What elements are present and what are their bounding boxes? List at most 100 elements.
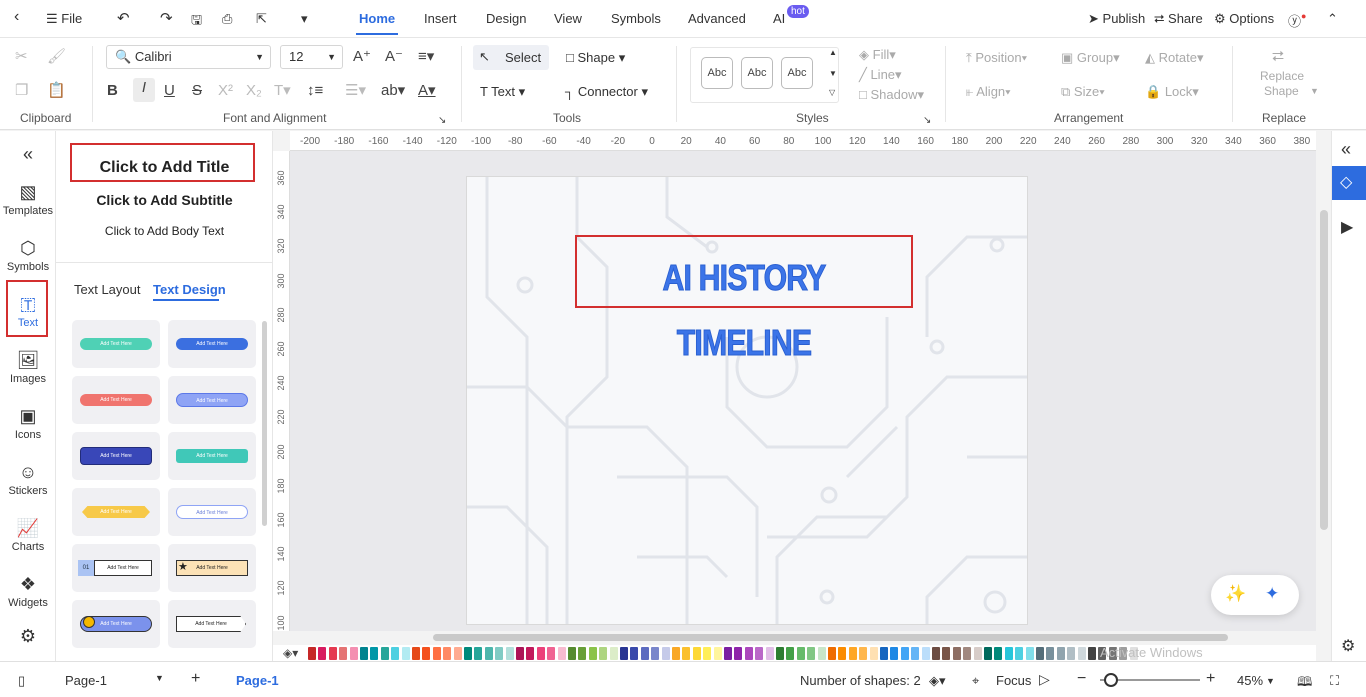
color-swatch[interactable] <box>1025 647 1034 660</box>
color-swatch[interactable] <box>900 647 909 660</box>
tab-home[interactable]: Home <box>359 11 395 26</box>
color-swatch[interactable] <box>308 647 316 660</box>
zoom-slider-thumb[interactable] <box>1104 673 1118 687</box>
size-button[interactable]: ⧉ Size▾ <box>1061 84 1105 100</box>
color-swatch[interactable] <box>609 647 618 660</box>
line-button[interactable]: ╱ Line▾ <box>859 67 902 83</box>
ai-wand-icon[interactable]: ✨ <box>1225 584 1246 604</box>
bullet-list-icon[interactable]: ☰▾ <box>345 81 366 101</box>
bold-icon[interactable]: B <box>107 81 118 101</box>
color-swatch[interactable] <box>703 647 712 660</box>
replace-shape-button[interactable]: Replace <box>1260 69 1304 83</box>
color-swatch[interactable] <box>484 647 493 660</box>
add-body-preset[interactable]: Click to Add Body Text <box>56 224 273 238</box>
color-swatch[interactable] <box>640 647 649 660</box>
color-swatch[interactable] <box>349 647 358 660</box>
play-icon[interactable]: ▷ <box>1039 671 1050 688</box>
color-swatch[interactable] <box>578 647 587 660</box>
color-swatch[interactable] <box>859 647 868 660</box>
document-page[interactable]: AI HISTORY TIMELINE <box>466 176 1028 625</box>
text-design-card[interactable]: Add Text Here <box>72 600 160 648</box>
zoom-level[interactable]: 45% <box>1237 673 1263 688</box>
focus-icon[interactable]: ⌖ <box>972 673 979 689</box>
color-swatch[interactable] <box>755 647 764 660</box>
color-swatch[interactable] <box>391 647 400 660</box>
styles-scroll-up-icon[interactable]: ▲ <box>829 48 837 57</box>
color-swatch[interactable] <box>692 647 701 660</box>
color-swatch[interactable] <box>796 647 805 660</box>
underline-icon[interactable]: U <box>164 81 175 101</box>
page-select[interactable]: Page-1 ▼ <box>55 667 170 693</box>
redo-icon[interactable]: ↷ <box>160 9 173 27</box>
color-swatch[interactable] <box>620 647 628 660</box>
color-swatch[interactable] <box>464 647 472 660</box>
settings-icon[interactable]: ⚙ <box>1341 636 1355 656</box>
color-swatch[interactable] <box>1067 647 1076 660</box>
connector-tool[interactable]: ┐ Connector ▾ <box>565 84 648 100</box>
position-button[interactable]: ⤒ Position▾ <box>966 50 1027 66</box>
shape-tool[interactable]: □ Shape ▾ <box>566 50 625 66</box>
color-swatch[interactable] <box>932 647 940 660</box>
add-title-preset[interactable]: Click to Add Title <box>56 159 273 177</box>
text-design-card[interactable]: Add Text Here <box>168 432 256 480</box>
align-icon[interactable]: ≡▾ <box>418 47 434 67</box>
color-swatch[interactable] <box>952 647 961 660</box>
color-swatch[interactable] <box>516 647 524 660</box>
color-swatch[interactable] <box>776 647 784 660</box>
collapse-panel-icon[interactable]: « <box>0 143 56 167</box>
color-swatch[interactable] <box>734 647 743 660</box>
add-subtitle-preset[interactable]: Click to Add Subtitle <box>56 192 273 208</box>
format-panel-button[interactable]: ◇ <box>1332 166 1366 200</box>
sidebar-item-templates[interactable]: ▧ Templates <box>0 181 56 217</box>
color-swatch[interactable] <box>1056 647 1065 660</box>
color-swatch[interactable] <box>817 647 826 660</box>
text-design-card[interactable]: Add Text Here <box>168 488 256 536</box>
color-swatch[interactable] <box>360 647 368 660</box>
color-swatch[interactable] <box>474 647 483 660</box>
export-icon[interactable]: ⇱ <box>256 11 267 27</box>
fill-button[interactable]: ◈ Fill▾ <box>859 47 896 63</box>
tab-insert[interactable]: Insert <box>424 11 457 26</box>
ai-sparkle-icon[interactable]: ✦ <box>1265 584 1279 604</box>
settings-icon[interactable]: ⚙ <box>0 625 56 649</box>
color-swatch[interactable] <box>370 647 379 660</box>
style-preset-1[interactable]: Abc <box>701 57 733 89</box>
horizontal-scrollbar[interactable] <box>433 634 1228 641</box>
back-icon[interactable]: ‹ <box>14 8 19 26</box>
color-swatch[interactable] <box>828 647 836 660</box>
save-icon[interactable]: 🖫 <box>191 11 202 33</box>
color-swatch[interactable] <box>973 647 982 660</box>
text-design-card[interactable]: Add Text Here <box>168 376 256 424</box>
color-swatch[interactable] <box>1077 647 1086 660</box>
sidebar-item-widgets[interactable]: ❖ Widgets <box>0 573 56 609</box>
file-menu[interactable]: ☰ File <box>46 11 82 27</box>
color-swatch[interactable] <box>588 647 597 660</box>
text-design-card[interactable]: Add Text Here <box>168 600 256 648</box>
collapse-ribbon-icon[interactable]: ⌃ <box>1327 11 1338 27</box>
color-swatch[interactable] <box>838 647 847 660</box>
styles-dialog-launcher-icon[interactable]: ↘ <box>923 111 931 131</box>
color-swatch[interactable] <box>630 647 639 660</box>
select-tool[interactable]: ↖ Select <box>473 45 549 70</box>
tab-symbols[interactable]: Symbols <box>611 11 661 26</box>
copy-icon[interactable]: ❐ <box>15 81 28 101</box>
color-swatch[interactable] <box>786 647 795 660</box>
font-dialog-launcher-icon[interactable]: ↘ <box>438 111 446 131</box>
color-swatch[interactable] <box>443 647 452 660</box>
tab-view[interactable]: View <box>554 11 582 26</box>
color-swatch[interactable] <box>672 647 680 660</box>
text-design-card[interactable]: 01 Add Text Here <box>72 544 160 592</box>
subscript-icon[interactable]: X₂ <box>246 81 262 101</box>
tab-text-layout[interactable]: Text Layout <box>74 282 141 297</box>
toggle-sidebar-icon[interactable]: ▯ <box>18 673 25 689</box>
decrease-font-icon[interactable]: A⁻ <box>385 47 403 67</box>
superscript-icon[interactable]: X² <box>218 81 233 101</box>
share-button[interactable]: ⮂ Share <box>1154 11 1203 27</box>
color-swatch[interactable] <box>401 647 410 660</box>
color-swatch[interactable] <box>651 647 660 660</box>
color-swatch[interactable] <box>911 647 920 660</box>
style-preset-3[interactable]: Abc <box>781 57 813 89</box>
presentation-icon[interactable]: ▶ <box>1341 217 1353 237</box>
panel-scrollbar[interactable] <box>262 321 267 526</box>
vertical-scrollbar[interactable] <box>1320 210 1328 530</box>
